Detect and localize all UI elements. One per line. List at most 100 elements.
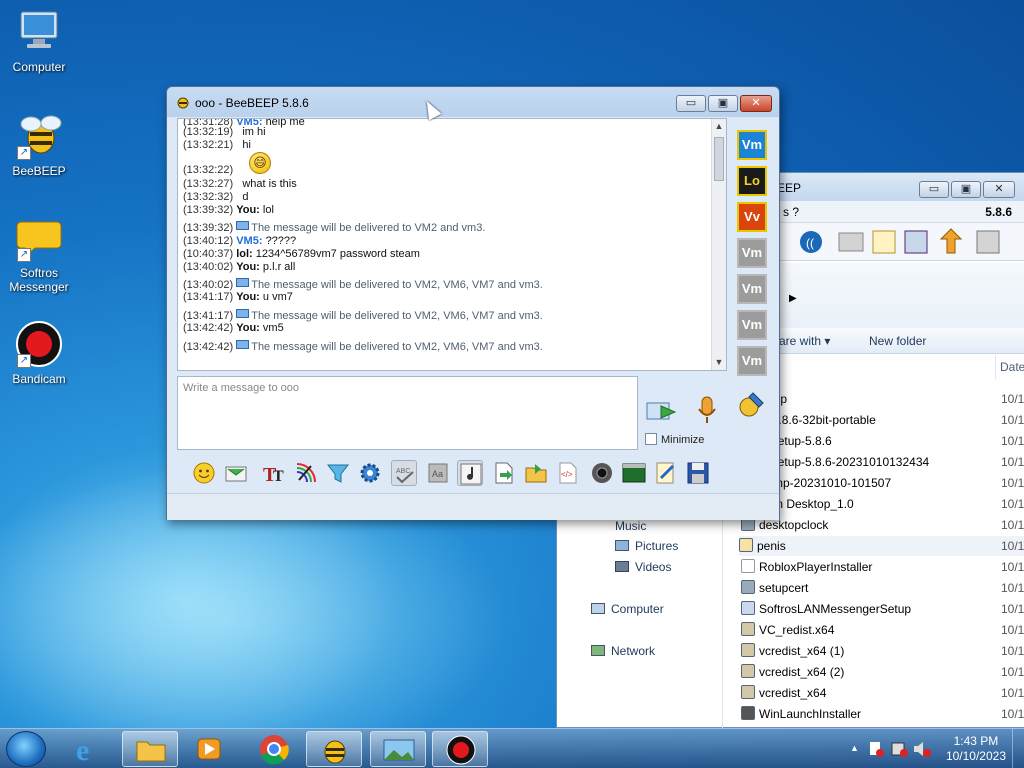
maximize-button[interactable]: ▣ <box>951 181 981 198</box>
send-folder-button[interactable] <box>523 460 549 486</box>
nav-network[interactable]: Network <box>591 644 655 658</box>
file-row[interactable]: vcredist_x64 (1) <box>741 641 1024 661</box>
screen-share-button[interactable] <box>621 460 647 486</box>
share-with-button[interactable]: are with ▾ <box>779 334 830 348</box>
chat-history[interactable]: (13:31:28) VM5: help me (13:32:19) im hi… <box>177 118 727 371</box>
file-row[interactable]: peep-5.8.6-32bit-portable <box>741 410 1024 430</box>
send-button[interactable] <box>645 397 681 427</box>
beebeep-chat-window[interactable]: ooo - BeeBEEP 5.8.6 ▭ ▣ ✕ (13:31:28) VM5… <box>166 86 780 520</box>
start-button[interactable] <box>6 731 46 767</box>
file-row[interactable]: peep-setup-5.8.6-20231010132434 <box>741 452 1024 472</box>
user-avatar[interactable]: Vm <box>737 310 767 340</box>
user-avatar[interactable]: Lo <box>737 166 767 196</box>
spellcheck-button[interactable]: ABC <box>391 460 417 486</box>
chat-scrollbar[interactable]: ▲ ▼ <box>711 119 726 370</box>
edit-notes-button[interactable] <box>653 460 679 486</box>
desktop-icon-beebeep[interactable]: ↗ BeeBEEP <box>1 112 77 178</box>
file-date: 10/1 <box>1001 581 1024 595</box>
file-row[interactable]: sshottmp-20231010-101507 <box>741 473 1024 493</box>
clock[interactable]: 1:43 PM 10/10/2023 <box>946 734 1006 764</box>
code-button[interactable]: </> <box>555 460 581 486</box>
scroll-down-icon[interactable]: ▼ <box>712 355 726 370</box>
nav-music[interactable]: Music <box>615 519 646 533</box>
media-player-icon <box>197 738 221 760</box>
taskbar-photo-viewer[interactable] <box>370 731 426 767</box>
font-button[interactable]: TT <box>261 460 287 486</box>
chat-message: (10:40:37) lol: 1234^56789vm7 password s… <box>183 248 420 260</box>
chat-titlebar[interactable]: ooo - BeeBEEP 5.8.6 ▭ ▣ ✕ <box>167 87 779 117</box>
speech-bubble-icon: ↗ <box>15 214 63 262</box>
chat-message: (13:32:21) hi <box>183 139 251 151</box>
navigation-pane: Music Pictures Videos Computer Network <box>565 513 723 728</box>
voice-message-button[interactable] <box>695 395 719 427</box>
maximize-button[interactable]: ▣ <box>708 95 738 112</box>
nav-videos[interactable]: Videos <box>615 560 671 574</box>
user-avatar[interactable]: Vm <box>737 274 767 304</box>
file-date: 10/1 <box>1001 707 1024 721</box>
taskbar-chrome[interactable] <box>246 731 302 767</box>
chrome-icon <box>260 735 289 765</box>
desktop-icon-softros[interactable]: ↗ Softros Messenger <box>1 214 77 294</box>
user-avatar[interactable]: Vv <box>737 202 767 232</box>
settings-gear-icon[interactable] <box>357 460 383 486</box>
scrollbar-thumb[interactable] <box>714 137 724 181</box>
minimize-button[interactable]: ▭ <box>676 95 706 112</box>
send-file-button[interactable] <box>491 460 517 486</box>
file-row[interactable]: SoftrosLANMessengerSetup <box>741 599 1024 619</box>
file-date: 10/1 <box>1001 539 1024 553</box>
computer-icon <box>591 603 605 614</box>
file-row[interactable]: amsetup <box>741 389 1024 409</box>
nudge-button[interactable] <box>223 460 249 486</box>
menu-fragment[interactable]: s ? <box>783 205 799 219</box>
show-hidden-icons-icon[interactable]: ▲ <box>850 743 859 753</box>
file-row[interactable]: erfly On Desktop_1.0 <box>741 494 1024 514</box>
minimize-button[interactable]: ▭ <box>919 181 949 198</box>
file-row[interactable]: WinLaunchInstaller <box>741 704 1024 724</box>
file-row[interactable]: vcredist_x64 (2) <box>741 662 1024 682</box>
screenshot-button[interactable] <box>589 460 615 486</box>
user-avatar[interactable]: Vm <box>737 346 767 376</box>
taskbar-bandicam[interactable] <box>432 731 488 767</box>
nav-computer[interactable]: Computer <box>591 602 664 616</box>
color-button[interactable] <box>293 460 319 486</box>
file-row[interactable]: desktopclock <box>741 515 1024 535</box>
file-row[interactable]: setupcert <box>741 578 1024 598</box>
status-bar <box>167 493 779 520</box>
emoticon-button[interactable] <box>191 460 217 486</box>
message-input[interactable]: Write a message to ooo <box>177 376 638 450</box>
word-complete-button[interactable]: Aa <box>425 460 451 486</box>
chat-message: (13:42:42) You: vm5 <box>183 322 284 334</box>
close-button[interactable]: ✕ <box>740 95 772 112</box>
plugins-button[interactable] <box>737 389 769 421</box>
save-chat-button[interactable] <box>685 460 711 486</box>
file-row[interactable]: RobloxPlayerInstaller <box>741 557 1024 577</box>
checkbox-icon[interactable] <box>645 433 657 445</box>
sound-button[interactable] <box>457 460 483 486</box>
clock-date: 10/10/2023 <box>945 749 1006 763</box>
taskbar-explorer[interactable] <box>122 731 178 767</box>
desktop-icon-bandicam[interactable]: ↗ Bandicam <box>1 320 77 386</box>
shortcut-arrow-icon: ↗ <box>17 354 31 368</box>
file-row[interactable]: peep-setup-5.8.6 <box>741 431 1024 451</box>
taskbar-media-player[interactable] <box>182 731 238 767</box>
desktop-icon-computer[interactable]: Computer <box>1 8 77 74</box>
file-icon <box>741 664 755 678</box>
user-avatar[interactable]: Vm <box>737 130 767 160</box>
tools-icon <box>739 392 764 417</box>
close-button[interactable]: ✕ <box>983 181 1015 198</box>
taskbar-ie[interactable]: e <box>62 731 118 767</box>
column-header-date[interactable]: Date <box>995 355 1024 379</box>
show-desktop-button[interactable] <box>1012 729 1024 768</box>
file-row-selected[interactable]: penis <box>739 536 1024 556</box>
scroll-up-icon[interactable]: ▲ <box>712 119 726 134</box>
desktop-icon-label: Softros Messenger <box>9 266 69 294</box>
minimize-checkbox[interactable]: Minimize <box>645 433 704 446</box>
new-folder-button[interactable]: New folder <box>869 334 926 348</box>
file-row[interactable]: vcredist_x64 <box>741 683 1024 703</box>
taskbar-beebeep[interactable] <box>306 731 362 767</box>
file-icon <box>741 580 755 594</box>
user-avatar[interactable]: Vm <box>737 238 767 268</box>
filter-button[interactable] <box>325 460 351 486</box>
nav-pictures[interactable]: Pictures <box>615 539 678 553</box>
file-row[interactable]: VC_redist.x64 <box>741 620 1024 640</box>
